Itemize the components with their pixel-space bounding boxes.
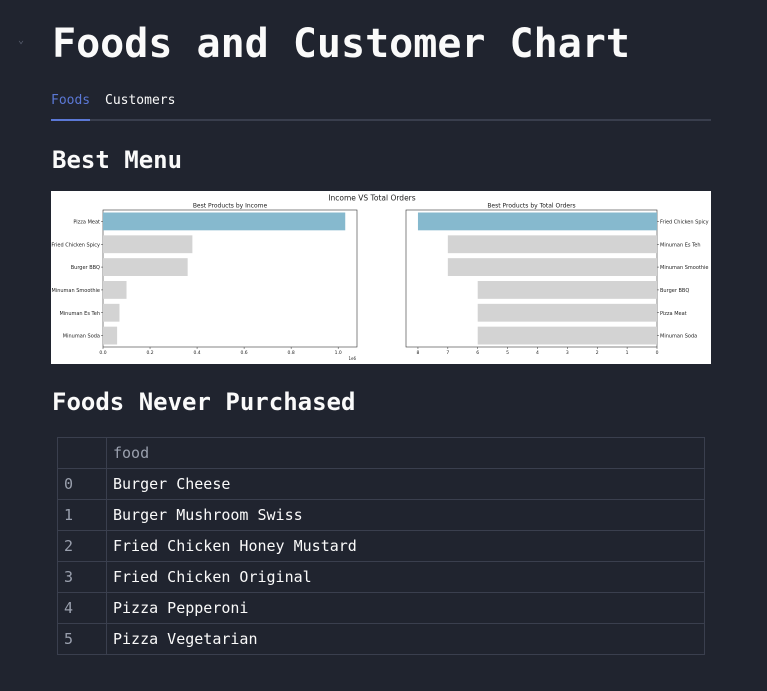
table-row: 1 Burger Mushroom Swiss xyxy=(57,499,705,531)
food-cell: Fried Chicken Honey Mustard xyxy=(106,530,705,562)
category-label: Minuman Soda xyxy=(63,334,100,340)
tab-bar: Foods Customers xyxy=(51,88,711,121)
app-page: ⌄ Foods and Customer Chart Foods Custome… xyxy=(0,0,767,691)
never-purchased-heading: Foods Never Purchased xyxy=(52,388,356,416)
chart-bar xyxy=(477,281,657,299)
chart-bar xyxy=(447,235,657,254)
food-cell: Burger Mushroom Swiss xyxy=(106,499,705,531)
category-label: Minuman Smoothie xyxy=(52,288,101,294)
chart-bar xyxy=(103,281,127,299)
row-index: 2 xyxy=(57,530,107,562)
category-label: Pizza Meat xyxy=(73,219,100,225)
chart-bar xyxy=(103,303,120,322)
table-row: 3 Fried Chicken Original xyxy=(57,561,705,593)
table-body: 0 Burger Cheese 1 Burger Mushroom Swiss 2 Fri… xyxy=(57,468,705,655)
row-index: 5 xyxy=(57,623,107,655)
category-label: Minuman Soda xyxy=(660,334,697,340)
category-label: Minuman Es Teh xyxy=(660,242,701,248)
x-tick-label: 0.8 xyxy=(288,350,295,356)
x-tick-label: 8 xyxy=(417,350,420,356)
chart-bar xyxy=(103,212,346,231)
income-vs-orders-chart: Income VS Total Orders Best Products by … xyxy=(51,191,711,364)
chart-bar xyxy=(417,212,657,231)
never-purchased-table-container: food 0 Burger Cheese 1 Burger Mushroom Swis… xyxy=(57,437,705,655)
x-tick-label: 1 xyxy=(626,350,629,356)
category-label: Fried Chicken Spicy xyxy=(51,242,100,248)
table-row: 0 Burger Cheese xyxy=(57,468,705,500)
orders-subplot: Best Products by Total Orders Fried Chick… xyxy=(405,203,709,356)
subplot-title: Best Products by Total Orders xyxy=(487,203,575,210)
food-cell: Pizza Pepperoni xyxy=(106,592,705,624)
table-header-row: food xyxy=(57,437,705,469)
chart-bar xyxy=(103,326,118,345)
row-index: 1 xyxy=(57,499,107,531)
table-row: 2 Fried Chicken Honey Mustard xyxy=(57,530,705,562)
category-label: Fried Chicken Spicy xyxy=(660,219,709,225)
active-tab-indicator xyxy=(51,119,90,121)
x-tick-label: 0.4 xyxy=(193,350,200,356)
chevron-down-icon[interactable]: ⌄ xyxy=(18,36,24,46)
category-label: Pizza Meat xyxy=(660,311,687,317)
x-tick-label: 2 xyxy=(596,350,599,356)
chart-bar xyxy=(103,235,193,254)
category-label: Minuman Smoothie xyxy=(660,265,709,271)
never-purchased-table: food 0 Burger Cheese 1 Burger Mushroom Swis… xyxy=(57,437,705,655)
table-row: 5 Pizza Vegetarian xyxy=(57,623,705,655)
x-tick-label: 0.2 xyxy=(146,350,153,356)
chart-suptitle: Income VS Total Orders xyxy=(328,194,415,203)
x-tick-label: 0 xyxy=(656,350,659,356)
x-tick-label: 6 xyxy=(476,350,479,356)
category-label: Burger BBQ xyxy=(660,288,689,294)
subplot-frame xyxy=(102,209,358,348)
chart-bar xyxy=(103,258,188,276)
chart-svg: Income VS Total Orders Best Products by … xyxy=(51,194,709,362)
page-title: Foods and Customer Chart xyxy=(52,21,630,67)
x-tick-label: 0.0 xyxy=(99,350,106,356)
tab-customers[interactable]: Customers xyxy=(105,94,175,108)
x-tick-label: 1.0 xyxy=(335,350,342,356)
income-subplot: Best Products by Income Pizza Meat Fried C… xyxy=(51,203,358,361)
x-offset-label: 1e6 xyxy=(348,356,356,361)
food-cell: Fried Chicken Original xyxy=(106,561,705,593)
food-cell: Pizza Vegetarian xyxy=(106,623,705,655)
subplot-frame xyxy=(405,209,658,348)
x-tick-label: 7 xyxy=(446,350,449,356)
food-cell: Burger Cheese xyxy=(106,468,705,500)
chart-bar xyxy=(447,258,657,276)
x-tick-label: 5 xyxy=(506,350,509,356)
food-column-header[interactable]: food xyxy=(106,437,705,469)
x-tick-label: 0.6 xyxy=(241,350,248,356)
chart-bar xyxy=(477,326,657,345)
subplot-title: Best Products by Income xyxy=(193,203,268,210)
tab-foods[interactable]: Foods xyxy=(51,94,90,108)
category-label: Burger BBQ xyxy=(71,265,100,271)
category-label: Minuman Es Teh xyxy=(59,311,100,317)
x-tick-label: 4 xyxy=(536,350,539,356)
row-index: 3 xyxy=(57,561,107,593)
row-index: 0 xyxy=(57,468,107,500)
x-tick-label: 3 xyxy=(566,350,569,356)
best-menu-heading: Best Menu xyxy=(52,146,183,174)
table-row: 4 Pizza Pepperoni xyxy=(57,592,705,624)
chart-bar xyxy=(477,303,657,322)
row-index: 4 xyxy=(57,592,107,624)
index-column-header xyxy=(57,437,107,469)
